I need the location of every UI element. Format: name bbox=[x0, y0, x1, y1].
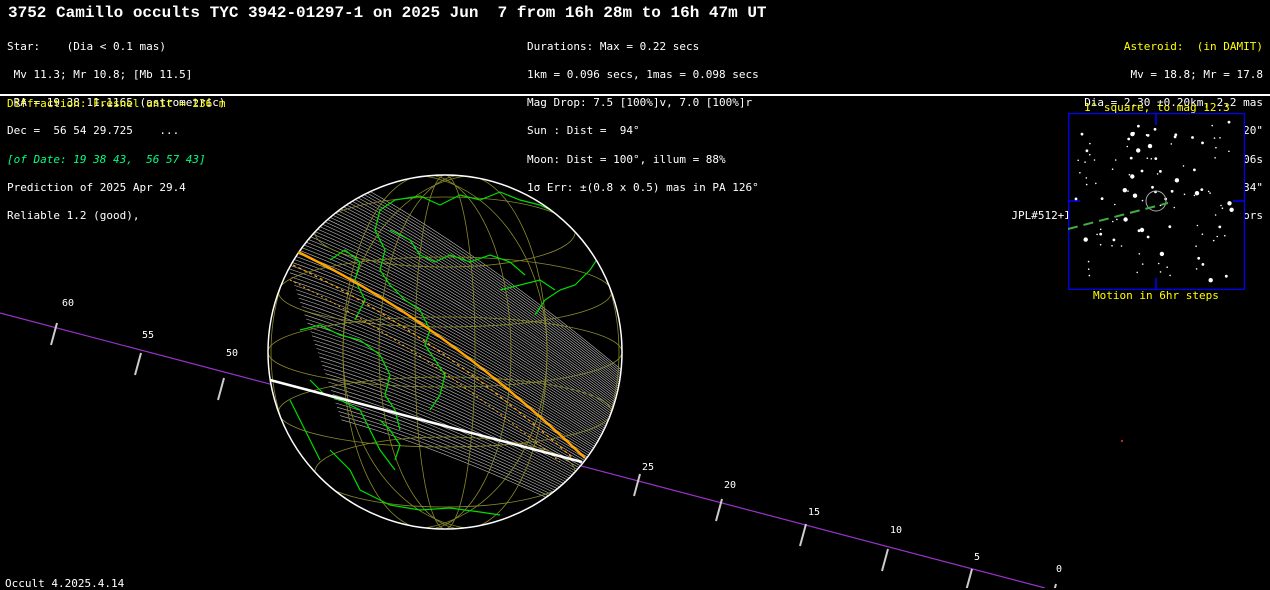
time-tick bbox=[965, 568, 973, 588]
time-tick bbox=[799, 523, 807, 547]
time-tick-label: 5 bbox=[974, 552, 980, 563]
time-tick bbox=[881, 548, 889, 572]
footer-version: Occult 4.2025.4.14 bbox=[5, 577, 125, 590]
time-tick-label: 15 bbox=[808, 507, 820, 518]
red-point bbox=[1121, 440, 1123, 442]
time-tick-label: 0 bbox=[1056, 564, 1062, 575]
time-tick bbox=[134, 352, 142, 376]
time-tick bbox=[1053, 583, 1057, 588]
time-tick bbox=[633, 473, 641, 497]
time-tick-label: 25 bbox=[642, 462, 654, 473]
time-tick-label: 55 bbox=[142, 330, 154, 341]
time-tick-label: 60 bbox=[62, 298, 74, 309]
finder-caption: Motion in 6hr steps bbox=[1093, 289, 1219, 302]
time-tick-label: 10 bbox=[890, 525, 902, 536]
globe bbox=[268, 175, 622, 529]
occultation-map: 6055502520151050 bbox=[0, 174, 1123, 588]
time-tick bbox=[217, 377, 225, 401]
time-tick-label: 20 bbox=[724, 480, 736, 491]
finder-title: 1° square, to mag 12.3 bbox=[1084, 101, 1230, 114]
finder-chart bbox=[1068, 113, 1245, 290]
time-tick-label: 50 bbox=[226, 348, 238, 359]
